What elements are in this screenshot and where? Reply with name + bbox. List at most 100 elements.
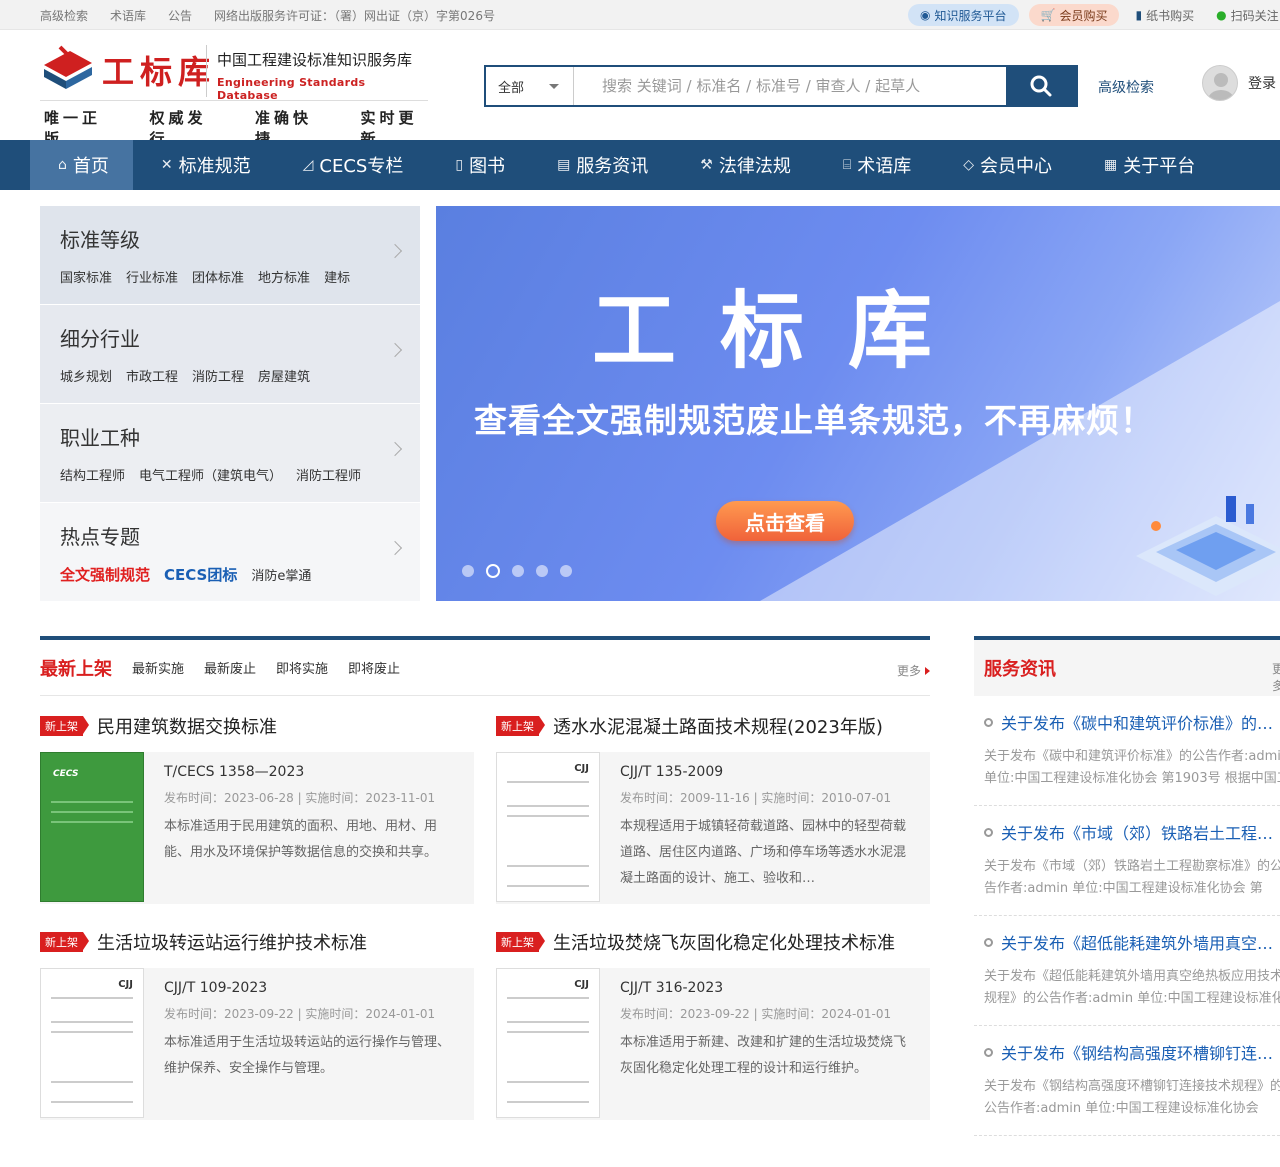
top-link-notice[interactable]: 公告 <box>168 7 192 24</box>
top-link-glossary[interactable]: 术语库 <box>110 7 146 24</box>
news-title[interactable]: 关于发布《钢结构高强度环槽铆钉连接技术规程》的公告 <box>1001 1040 1274 1064</box>
nav-laws[interactable]: ⚒ 法律法规 <box>672 140 815 190</box>
nav-books[interactable]: ▯ 图书 <box>427 140 529 190</box>
category-tag[interactable]: 市政工程 <box>126 366 178 385</box>
standard-cover[interactable]: CECS <box>40 752 144 902</box>
nav-standards[interactable]: ✕ 标准规范 <box>133 140 275 190</box>
nav-label: 关于平台 <box>1123 156 1196 177</box>
tab-latest-listed[interactable]: 最新上架 <box>40 655 112 681</box>
category-tag[interactable]: 房屋建筑 <box>258 366 310 385</box>
standard-card[interactable]: 新上架 生活垃圾焚烧飞灰固化稳定化处理技术标准 CJJ CJJ/T 316-20… <box>496 930 930 1120</box>
news-excerpt: 关于发布《超低能耗建筑外墙用真空绝热板应用技术规程》的公告作者:admin 单位… <box>984 969 1280 1006</box>
home-icon: ⌂ <box>58 157 67 173</box>
standard-cover[interactable]: CJJ <box>40 968 144 1118</box>
category-tag[interactable]: 国家标准 <box>60 267 112 286</box>
category-tag[interactable]: 结构工程师 <box>60 465 125 484</box>
standard-card[interactable]: 新上架 透水水泥混凝土路面技术规程(2023年版) CJJ CJJ/T 135-… <box>496 714 930 904</box>
nav-news[interactable]: ▤ 服务资讯 <box>529 140 672 190</box>
standard-card[interactable]: 新上架 生活垃圾转运站运行维护技术标准 CJJ CJJ/T 109-2023 发… <box>40 930 474 1120</box>
nav-home[interactable]: ⌂ 首页 <box>30 140 133 190</box>
news-item[interactable]: 关于发布《碳中和建筑评价标准》的公告 关于发布《碳中和建筑评价标准》的公告作者:… <box>974 696 1280 806</box>
carousel-dot[interactable] <box>512 565 524 577</box>
hot-topic-mandatory[interactable]: 全文强制规范 <box>60 564 150 585</box>
standard-cover[interactable]: CJJ <box>496 752 600 902</box>
category-tag[interactable]: 消防工程师 <box>296 465 361 484</box>
service-more-link[interactable]: 更多 <box>1272 660 1280 694</box>
banner-cta-button[interactable]: 点击查看 <box>716 501 854 541</box>
latest-more-link[interactable]: 更多 <box>897 662 930 679</box>
banner-subtitle: 查看全文强制规范废止单条规范，不再麻烦！ <box>474 401 1154 440</box>
nav-glossary[interactable]: ⌸ 术语库 <box>815 140 935 190</box>
bullet-icon <box>984 1047 993 1057</box>
tab-upcoming-abolish[interactable]: 即将废止 <box>348 658 400 677</box>
category-tag[interactable]: 消防工程 <box>192 366 244 385</box>
new-badge: 新上架 <box>496 932 545 952</box>
search-scope-select[interactable]: 全部 <box>486 67 574 105</box>
news-title[interactable]: 关于发布《超低能耗建筑外墙用真空绝热板应用技术规程》的公告 <box>1001 930 1274 954</box>
nav-member[interactable]: ◇ 会员中心 <box>935 140 1076 190</box>
category-title: 标准等级 <box>60 228 140 252</box>
tab-upcoming-implement[interactable]: 即将实施 <box>276 658 328 677</box>
category-hot-topics[interactable]: 热点专题 全文强制规范 CECS团标 消防e掌通 <box>40 503 420 601</box>
category-tag[interactable]: 建标 <box>324 267 350 286</box>
news-excerpt: 关于发布《碳中和建筑评价标准》的公告作者:admin 单位:中国工程建设标准化协… <box>984 749 1280 786</box>
nav-label: 法律法规 <box>718 156 791 177</box>
standard-title[interactable]: 透水水泥混凝土路面技术规程(2023年版) <box>553 713 883 739</box>
caret-right-icon <box>925 666 930 675</box>
news-item[interactable]: 关于发布《超低能耗建筑外墙用真空绝热板应用技术规程》的公告 关于发布《超低能耗建… <box>974 916 1280 1026</box>
category-tag[interactable]: 城乡规划 <box>60 366 112 385</box>
news-item[interactable]: 关于发布《钢结构高强度环槽铆钉连接技术规程》的公告 关于发布《钢结构高强度环槽铆… <box>974 1026 1280 1136</box>
advanced-search-link[interactable]: 高级检索 <box>1098 77 1154 97</box>
search-button[interactable] <box>1006 67 1076 105</box>
implement-date: 实施时间：2024-01-01 <box>761 1007 892 1021</box>
standard-title[interactable]: 民用建筑数据交换标准 <box>97 713 277 739</box>
top-link-advanced-search[interactable]: 高级检索 <box>40 7 88 24</box>
member-buy-button[interactable]: 🛒 会员购买 <box>1028 4 1120 26</box>
category-tag[interactable]: 团体标准 <box>192 267 244 286</box>
category-tag[interactable]: 地方标准 <box>258 267 310 286</box>
nav-about[interactable]: ▦ 关于平台 <box>1076 140 1219 190</box>
hot-topic-fire[interactable]: 消防e掌通 <box>251 565 311 584</box>
tools-icon: ✕ <box>160 157 173 173</box>
standard-description: 本标准适用于民用建筑的面积、用地、用材、用能、用水及环境保护等数据信息的交换和共… <box>164 819 438 860</box>
carousel-dot[interactable] <box>560 565 572 577</box>
news-item[interactable]: 关于发布《市域（郊）铁路岩土工程勘察标准》的公告 关于发布《市域（郊）铁路岩土工… <box>974 806 1280 916</box>
cover-brand: CECS <box>53 769 79 779</box>
publish-date: 发布时间：2023-06-28 <box>164 791 294 805</box>
wechat-link[interactable]: ● 扫码关注 <box>1210 7 1280 24</box>
category-tag[interactable]: 行业标准 <box>126 267 178 286</box>
implement-date: 实施时间：2024-01-01 <box>305 1007 436 1021</box>
paper-buy-link[interactable]: ▮ 纸书购买 <box>1129 7 1200 24</box>
carousel-dot-active[interactable] <box>486 564 500 578</box>
standard-title[interactable]: 生活垃圾焚烧飞灰固化稳定化处理技术标准 <box>553 929 895 955</box>
nav-label: 服务资讯 <box>576 156 649 177</box>
book-icon: ▮ <box>1135 8 1143 22</box>
site-name: 中国工程建设标准知识服务库 Engineering Standards Data… <box>206 45 428 102</box>
nav-label: 首页 <box>72 156 109 177</box>
news-title[interactable]: 关于发布《市域（郊）铁路岩土工程勘察标准》的公告 <box>1001 820 1274 844</box>
search-input[interactable] <box>574 67 1006 105</box>
category-tag[interactable]: 电气工程师（建筑电气） <box>139 465 282 484</box>
category-panel: 标准等级 国家标准 行业标准 团体标准 地方标准 建标 细分行业 城乡规划 市政… <box>40 206 420 602</box>
platform-button[interactable]: ◉ 知识服务平台 <box>908 4 1019 26</box>
standard-card[interactable]: 新上架 民用建筑数据交换标准 CECS T/CECS 1358—2023 发布时… <box>40 714 474 904</box>
login-link[interactable]: 登录 <box>1248 73 1276 93</box>
hero-banner[interactable]: 工标库 查看全文强制规范废止单条规范，不再麻烦！ 点击查看 <box>436 206 1280 601</box>
carousel-dot[interactable] <box>536 565 548 577</box>
hot-topic-cecs[interactable]: CECS团标 <box>164 564 237 585</box>
site-logo[interactable]: 工标库 中国工程建设标准知识服务库 Engineering Standards … <box>40 41 428 148</box>
standard-cover[interactable]: CJJ <box>496 968 600 1118</box>
tab-latest-implemented[interactable]: 最新实施 <box>132 658 184 677</box>
tab-latest-abolished[interactable]: 最新废止 <box>204 658 256 677</box>
category-standard-level[interactable]: 标准等级 国家标准 行业标准 团体标准 地方标准 建标 <box>40 206 420 304</box>
site-name-en: Engineering Standards Database <box>217 76 366 102</box>
nav-label: 术语库 <box>857 156 912 177</box>
category-industry[interactable]: 细分行业 城乡规划 市政工程 消防工程 房屋建筑 <box>40 305 420 403</box>
category-profession[interactable]: 职业工种 结构工程师 电气工程师（建筑电气） 消防工程师 <box>40 404 420 502</box>
standard-title[interactable]: 生活垃圾转运站运行维护技术标准 <box>97 929 367 955</box>
top-actions: ◉ 知识服务平台 🛒 会员购买 ▮ 纸书购买 ● 扫码关注 <box>908 4 1280 26</box>
nav-cecs[interactable]: ◿ CECS专栏 <box>275 140 428 190</box>
news-title[interactable]: 关于发布《碳中和建筑评价标准》的公告 <box>1001 710 1274 734</box>
carousel-dot[interactable] <box>462 565 474 577</box>
login-area[interactable]: 登录 <box>1202 65 1276 101</box>
